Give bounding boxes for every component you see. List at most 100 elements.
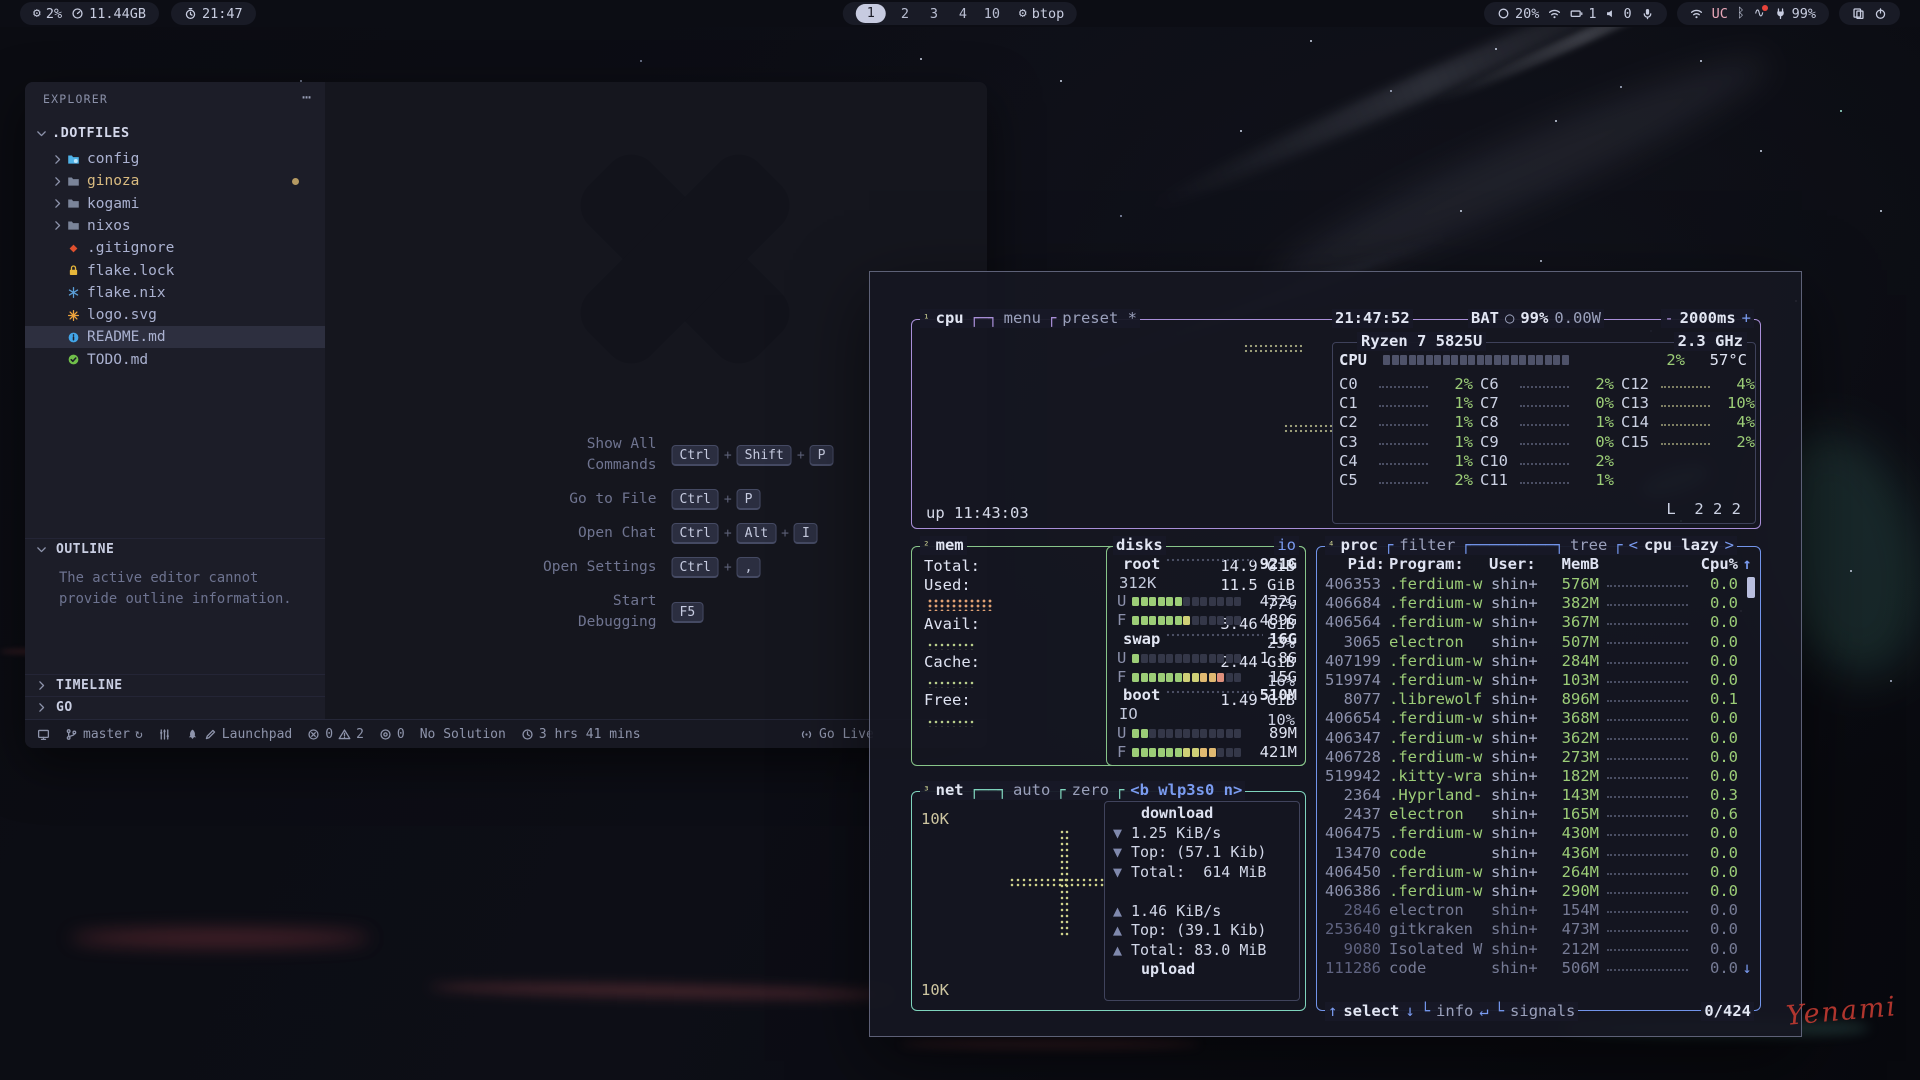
folder-config[interactable]: config bbox=[25, 148, 325, 170]
rate-minus-button[interactable]: - bbox=[1661, 309, 1676, 328]
wave-item[interactable]: ∿ bbox=[1754, 7, 1765, 20]
net-stat-value: 1.25 KiB/s bbox=[1131, 824, 1221, 843]
launchpad-button[interactable]: Launchpad bbox=[186, 727, 292, 742]
radio-indicator[interactable]: 0 bbox=[379, 727, 405, 742]
git-branch[interactable]: master↻ bbox=[65, 727, 143, 742]
filter-button[interactable]: filter bbox=[1396, 536, 1458, 555]
process-row[interactable]: 406654.ferdium-wshin+368M0.0 bbox=[1323, 709, 1756, 728]
tree-button[interactable]: tree bbox=[1567, 536, 1610, 555]
col-cpu[interactable]: Cpu% bbox=[1694, 555, 1738, 574]
disks-title[interactable]: disks bbox=[1113, 536, 1166, 555]
workspace-10[interactable]: 10 bbox=[982, 6, 1002, 22]
ports-toggle[interactable] bbox=[158, 728, 171, 741]
active-window-title: ⚙btop bbox=[1019, 6, 1064, 22]
process-row[interactable]: 406386.ferdium-wshin+290M0.0 bbox=[1323, 882, 1756, 901]
gauge-item[interactable]: 11.44GB bbox=[71, 6, 146, 22]
process-row[interactable]: 519942.kitty-wrashin+182M0.0 bbox=[1323, 767, 1756, 786]
menu-button[interactable]: menu bbox=[1001, 309, 1044, 328]
plug-item[interactable]: 99% bbox=[1774, 6, 1816, 22]
section-outline[interactable]: OUTLINE bbox=[25, 538, 325, 560]
col-user[interactable]: User: bbox=[1489, 555, 1547, 574]
col-pid[interactable]: Pid: bbox=[1323, 555, 1385, 574]
file--gitignore[interactable]: .gitignore bbox=[25, 237, 325, 259]
process-row[interactable]: 9080Isolated Wshin+212M0.0 bbox=[1323, 940, 1756, 959]
process-row[interactable]: 3065electronshin+507M0.0 bbox=[1323, 633, 1756, 652]
folder-nixos[interactable]: nixos bbox=[25, 215, 325, 237]
circle-item[interactable]: 20% bbox=[1497, 6, 1539, 22]
info-button[interactable]: info bbox=[1433, 1002, 1476, 1021]
process-row[interactable]: 406450.ferdium-wshin+264M0.0 bbox=[1323, 863, 1756, 882]
proc-pid: 406475 bbox=[1323, 824, 1385, 843]
status-pill: 20% 10 bbox=[1484, 2, 1667, 25]
proc-scrollbar-thumb[interactable] bbox=[1747, 577, 1755, 598]
radio-count: 0 bbox=[397, 727, 405, 742]
process-row[interactable]: 406684.ferdium-wshin+382M0.0 bbox=[1323, 594, 1756, 613]
copy-item[interactable] bbox=[1852, 7, 1865, 20]
process-row[interactable]: 2846electronshin+154M0.0 bbox=[1323, 901, 1756, 920]
signals-button[interactable]: signals bbox=[1507, 1002, 1578, 1021]
process-row[interactable]: 13470codeshin+436M0.0 bbox=[1323, 844, 1756, 863]
wifi-item[interactable] bbox=[1690, 7, 1703, 20]
folder-ginoza[interactable]: ginoza bbox=[25, 170, 325, 192]
speaker-item[interactable]: 0 bbox=[1605, 6, 1631, 22]
file-flake-nix[interactable]: flake.nix bbox=[25, 282, 325, 304]
go-live-button[interactable]: Go Live bbox=[800, 720, 874, 748]
folder-kogami[interactable]: kogami bbox=[25, 193, 325, 215]
remote-indicator[interactable] bbox=[37, 728, 50, 741]
disk-line: U1.8G bbox=[1117, 649, 1297, 668]
select-up-key[interactable]: ↑ bbox=[1325, 1002, 1340, 1021]
proc-user: shin+ bbox=[1489, 690, 1547, 709]
wifi-item[interactable] bbox=[1548, 7, 1561, 20]
file-readme-md[interactable]: README.md bbox=[25, 326, 325, 348]
process-row[interactable]: 253640gitkrakenshin+473M0.0 bbox=[1323, 920, 1756, 939]
timer-item[interactable]: 21:47 bbox=[184, 6, 243, 22]
section-go[interactable]: GO bbox=[25, 696, 325, 718]
process-row[interactable]: 2364.Hyprland-shin+143M0.3 bbox=[1323, 786, 1756, 805]
solution-status[interactable]: No Solution bbox=[420, 727, 506, 742]
select-label[interactable]: select bbox=[1340, 1002, 1402, 1021]
sort-next-button[interactable]: > bbox=[1722, 536, 1737, 555]
rate-plus-button[interactable]: + bbox=[1739, 309, 1754, 328]
bt-item[interactable]: ᛒ bbox=[1737, 7, 1745, 20]
process-row[interactable]: 406475.ferdium-wshin+430M0.0 bbox=[1323, 824, 1756, 843]
workspace-2[interactable]: 2 bbox=[895, 6, 915, 22]
file-flake-lock[interactable]: flake.lock bbox=[25, 260, 325, 282]
session-time[interactable]: 3 hrs 41 mins bbox=[521, 727, 641, 742]
proc-cpu: 0.0 bbox=[1694, 863, 1738, 882]
col-memb[interactable]: MemB bbox=[1547, 555, 1599, 574]
sort-prev-button[interactable]: < bbox=[1626, 536, 1641, 555]
net-zero-button[interactable]: zero bbox=[1069, 781, 1112, 800]
file-todo-md[interactable]: TODO.md bbox=[25, 349, 325, 371]
process-row[interactable]: 406353.ferdium-wshin+576M0.0 bbox=[1323, 575, 1756, 594]
power-item[interactable] bbox=[1874, 7, 1887, 20]
workspace-3[interactable]: 3 bbox=[924, 6, 944, 22]
process-row[interactable]: 2437electronshin+165M0.6 bbox=[1323, 805, 1756, 824]
net-interface[interactable]: <b wlp3s0 n> bbox=[1127, 781, 1245, 800]
col-program[interactable]: Program: bbox=[1385, 555, 1489, 574]
net-graph-dots bbox=[1010, 878, 1106, 888]
root-folder-dotfiles[interactable]: .DOTFILES bbox=[25, 122, 325, 144]
process-row[interactable]: 406564.ferdium-wshin+367M0.0 bbox=[1323, 613, 1756, 632]
battery-item[interactable]: 1 bbox=[1570, 6, 1596, 22]
process-row[interactable]: 406347.ferdium-wshin+362M0.0 bbox=[1323, 729, 1756, 748]
core-c9: C90% bbox=[1480, 433, 1614, 452]
gear-item[interactable]: ⚙2% bbox=[33, 6, 62, 22]
section-timeline[interactable]: TIMELINE bbox=[25, 674, 325, 696]
text-item[interactable]: UC bbox=[1712, 6, 1728, 22]
process-row[interactable]: 406728.ferdium-wshin+273M0.0 bbox=[1323, 748, 1756, 767]
workspace-1[interactable]: 1 bbox=[856, 4, 886, 23]
process-row[interactable]: 111286codeshin+506M0.0↓ bbox=[1323, 959, 1756, 978]
more-actions-icon[interactable]: ⋯ bbox=[302, 88, 311, 106]
io-toggle[interactable]: io bbox=[1274, 536, 1299, 555]
preset-button[interactable]: preset * bbox=[1059, 309, 1140, 328]
process-row[interactable]: 519974.ferdium-wshin+103M0.0 bbox=[1323, 671, 1756, 690]
problems-indicator[interactable]: 02 bbox=[307, 727, 364, 742]
net-auto-button[interactable]: auto bbox=[1010, 781, 1053, 800]
select-down-key[interactable]: ↓ bbox=[1402, 1002, 1417, 1021]
workspace-4[interactable]: 4 bbox=[953, 6, 973, 22]
file-logo-svg[interactable]: logo.svg bbox=[25, 304, 325, 326]
process-row[interactable]: 8077.librewolfshin+896M0.1 bbox=[1323, 690, 1756, 709]
mic-item[interactable] bbox=[1641, 7, 1654, 20]
process-row[interactable]: 407199.ferdium-wshin+284M0.0 bbox=[1323, 652, 1756, 671]
net-arrow-icon: ▼ bbox=[1113, 843, 1131, 862]
